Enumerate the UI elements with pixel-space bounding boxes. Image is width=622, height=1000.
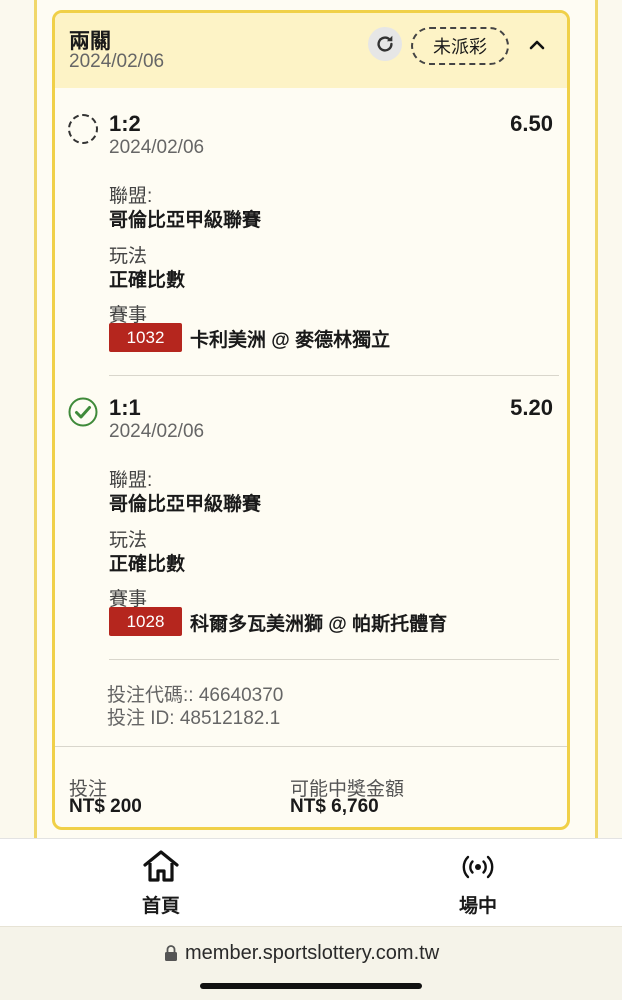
nav-home[interactable]: 首頁 (101, 839, 221, 927)
stake-amount: NT$ 200 (69, 796, 142, 817)
live-broadcast-icon (462, 855, 494, 879)
league-value: 哥倫比亞甲級聯賽 (109, 494, 262, 515)
selection-odds: 6.50 (510, 111, 553, 136)
bet-id: 投注 ID: 48512182.1 (107, 708, 281, 729)
selection-item: 1:1 5.20 2024/02/06 聯盟: 哥倫比亞甲級聯賽 玩法 正確比數… (55, 395, 567, 645)
market-label: 玩法 (109, 530, 148, 551)
home-icon (143, 850, 179, 882)
browser-url-bar[interactable]: member.sportslottery.com.tw (0, 926, 622, 1000)
selection-result: 1:2 (109, 111, 141, 136)
nav-live-label: 場中 (458, 896, 497, 917)
refresh-icon (377, 35, 393, 52)
url-text[interactable]: member.sportslottery.com.tw (185, 942, 439, 965)
parlay-bet-card: 兩關 2024/02/06 未派彩 1:2 6.50 2024/02/06 聯盟… (52, 10, 570, 830)
market-label: 玩法 (109, 246, 148, 267)
market-value: 正確比數 (109, 270, 186, 291)
league-value: 哥倫比亞甲級聯賽 (109, 210, 262, 231)
nav-live[interactable]: 場中 (418, 839, 538, 927)
selection-odds: 5.20 (510, 395, 553, 420)
collapse-button[interactable] (523, 31, 551, 59)
selection-divider (109, 375, 559, 376)
nav-home-label: 首頁 (141, 896, 180, 917)
selection-result: 1:1 (109, 395, 141, 420)
match-number-badge: 1032 (109, 323, 182, 352)
settlement-status-badge: 未派彩 (411, 27, 509, 65)
selection-divider (109, 659, 559, 660)
lock-icon (165, 945, 177, 961)
selection-date: 2024/02/06 (109, 421, 205, 442)
home-indicator[interactable] (200, 983, 422, 989)
bet-card-header[interactable]: 兩關 2024/02/06 未派彩 (55, 13, 567, 88)
selection-item: 1:2 6.50 2024/02/06 聯盟: 哥倫比亞甲級聯賽 玩法 正確比數… (55, 111, 567, 361)
bet-date: 2024/02/06 (69, 51, 165, 72)
market-value: 正確比數 (109, 554, 186, 575)
pending-dashed-circle-icon (68, 114, 98, 144)
bottom-nav: 首頁 場中 (0, 838, 622, 926)
league-label: 聯盟: (109, 470, 153, 491)
footer-divider (55, 746, 567, 747)
match-name: 卡利美洲 @ 麥德林獨立 (190, 330, 391, 351)
check-circle-icon (68, 397, 98, 427)
match-number-badge: 1028 (109, 607, 182, 636)
match-name: 科爾多瓦美洲獅 @ 帕斯托體育 (190, 614, 448, 635)
selection-date: 2024/02/06 (109, 137, 205, 158)
refresh-button[interactable] (368, 27, 402, 61)
potential-payout-amount: NT$ 6,760 (290, 796, 379, 817)
league-label: 聯盟: (109, 186, 153, 207)
chevron-up-icon (529, 40, 545, 50)
